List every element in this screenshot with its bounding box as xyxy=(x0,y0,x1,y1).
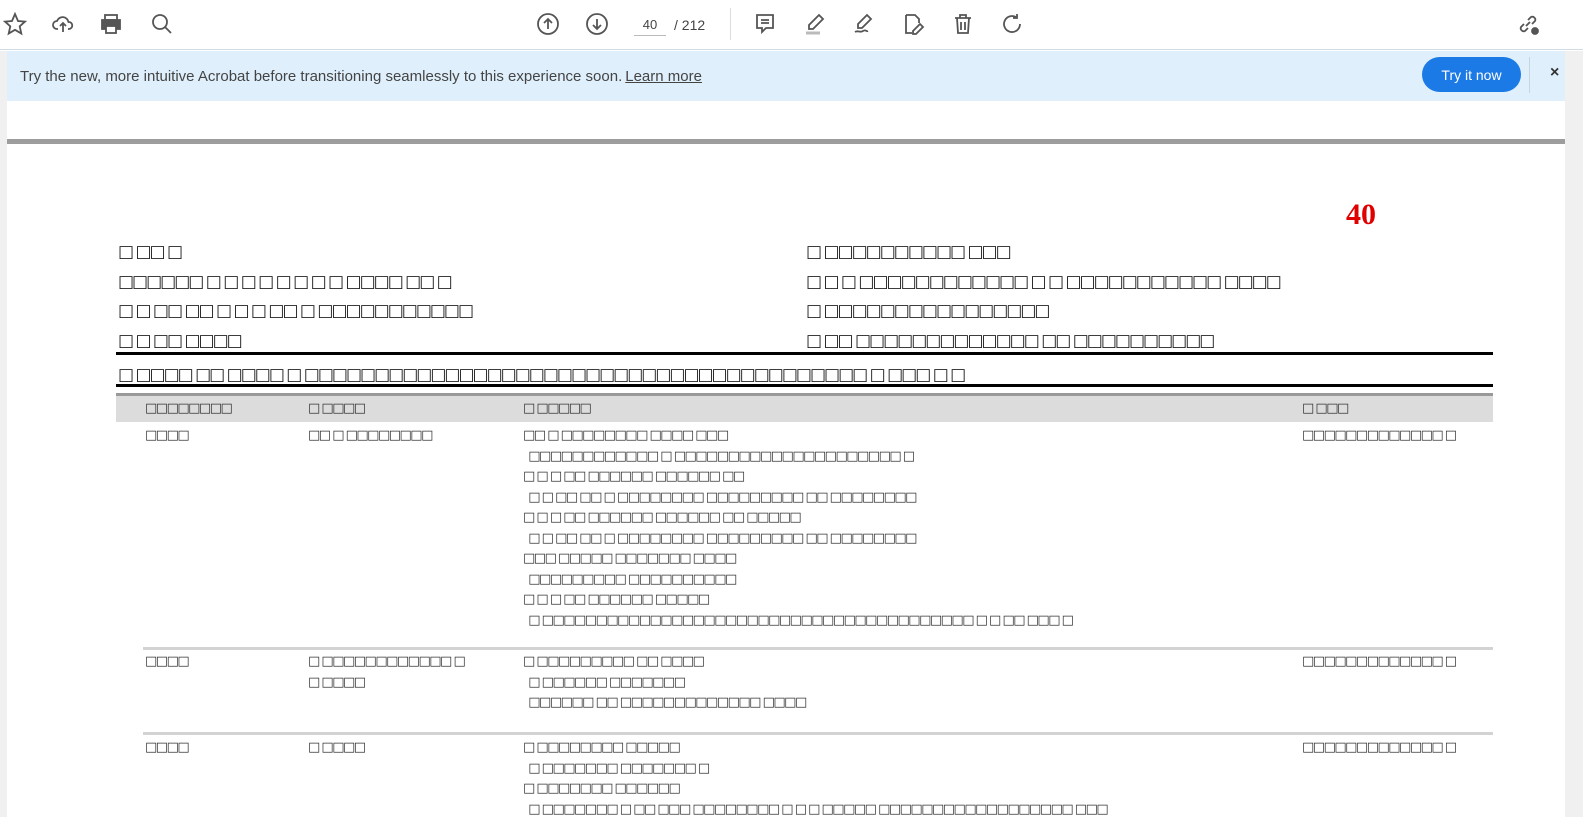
header-rule xyxy=(116,352,1493,355)
header-left-line: □ □□ □ xyxy=(118,242,183,262)
cell-name: □□ □ □□□□□□□□ xyxy=(308,428,433,443)
cell-description-line: □□□□□□□□□□□□ □ □□□□□□□□□□□□□□□□□□□□□ □ xyxy=(523,448,915,464)
share-link-icon[interactable] xyxy=(1513,9,1543,39)
page-top-border xyxy=(7,139,1565,144)
cell-description-line: □ □ □ □□ □□□□□□ □□□□□□ □□ xyxy=(523,469,745,484)
toolbar: / 212 xyxy=(0,0,1583,50)
row-divider xyxy=(143,732,1493,735)
page-total: / 212 xyxy=(674,17,706,33)
highlight-pen-icon[interactable] xyxy=(800,9,830,39)
cell-description-line: □ □□□□□□ □□□□□□□ xyxy=(523,674,686,690)
header-left-line: □ □ □□ □□ □ □ □ □□ □ □□□□□□□□□□□ xyxy=(118,301,474,321)
cell-name: □ □□□□□□□□□□□□ □ xyxy=(308,654,466,669)
cell-note: □□□□□□□□□□□□□ □ xyxy=(1302,428,1457,443)
cell-name: □ □□□□ xyxy=(308,674,366,690)
previous-page-icon[interactable] xyxy=(533,9,563,39)
upload-cloud-icon[interactable] xyxy=(48,9,78,39)
edit-pdf-icon[interactable] xyxy=(898,9,928,39)
print-icon[interactable] xyxy=(96,9,126,39)
header-left-line: □□□□□□ □ □ □ □ □ □ □ □ □□□□ □□ □ xyxy=(118,271,453,292)
next-page-icon[interactable] xyxy=(582,9,612,39)
header-right-line: □ □ □ □□□□□□□□□□□□ □ □ □□□□□□□□□□□ □□□□ xyxy=(806,271,1282,292)
cell-note: □□□□□□□□□□□□□ □ xyxy=(1302,740,1457,755)
cell-description-line: □ □ □□ □□ □ □□□□□□□□ □□□□□□□□□ □□ □□□□□□… xyxy=(523,530,917,546)
cell-id: □□□□ xyxy=(145,654,190,669)
cell-description-line: □□ □ □□□□□□□□ □□□□ □□□ xyxy=(523,428,729,443)
page-navigator: / 212 xyxy=(634,14,705,36)
delete-trash-icon[interactable] xyxy=(948,9,978,39)
page-number-label: 40 xyxy=(1346,198,1376,231)
header-right-line: □ □□□□□□□□□□ □□□ xyxy=(806,242,1012,262)
cell-description-line: □ □□□□□□□□□ □□ □□□□ xyxy=(523,654,705,669)
promo-banner: Try the new, more intuitive Acrobat befo… xyxy=(7,51,1565,101)
banner-message: Try the new, more intuitive Acrobat befo… xyxy=(20,67,623,85)
column-header: □ □□□□ xyxy=(308,401,366,416)
cell-name: □ □□□□ xyxy=(308,740,366,755)
left-gutter xyxy=(0,51,7,817)
page-number-input[interactable] xyxy=(634,14,666,36)
comment-icon[interactable] xyxy=(750,9,780,39)
column-header: □ □□□ xyxy=(1302,401,1349,416)
rotate-icon[interactable] xyxy=(997,9,1027,39)
column-header: □□□□□□□□ xyxy=(145,401,233,416)
cell-description-line: □ □□□□□□□ □□□□□□ xyxy=(523,781,681,796)
row-divider xyxy=(143,647,1493,650)
close-banner-icon[interactable]: × xyxy=(1550,64,1559,82)
cell-id: □□□□ xyxy=(145,740,190,755)
banner-divider xyxy=(1529,57,1530,93)
subtitle-rule xyxy=(116,384,1493,387)
cell-note: □□□□□□□□□□□□□ □ xyxy=(1302,654,1457,669)
cell-id: □□□□ xyxy=(145,428,190,443)
bookmark-star-icon[interactable] xyxy=(0,9,30,39)
cell-description-line: □ □ □ □□ □□□□□□ □□□□□□ □□ □□□□□ xyxy=(523,510,802,525)
try-it-now-button[interactable]: Try it now xyxy=(1422,57,1521,92)
cell-description-line: □ □□□□□□□ □ □□ □□□ □□□□□□□□ □ □ □ □□□□□ … xyxy=(523,801,1108,817)
toolbar-divider xyxy=(730,8,731,40)
zoom-search-icon[interactable] xyxy=(147,9,177,39)
vertical-scrollbar[interactable] xyxy=(1565,51,1583,817)
header-left-line: □ □ □□ □□□□ xyxy=(118,330,243,351)
cell-description-line: □ □□□□□□□□ □□□□□ xyxy=(523,740,681,755)
sign-pen-icon[interactable] xyxy=(849,9,879,39)
subtitle-line: □ □□□□ □□ □□□□ □ □□□□□□□□□□□□□□□□□□□□□□□… xyxy=(118,365,966,385)
header-right-line: □ □□□□□□□□□□□□□□□□ xyxy=(806,301,1050,321)
learn-more-link[interactable]: Learn more xyxy=(625,68,702,85)
cell-description-line: □□□ □□□□□ □□□□□□□ □□□□ xyxy=(523,551,737,566)
cell-description-line: □□□□□□ □□ □□□□□□□□□□□□□ □□□□ xyxy=(523,695,807,710)
cell-description-line: □ □ □ □□ □□□□□□ □□□□□ xyxy=(523,592,710,607)
banner-message-wrap: Try the new, more intuitive Acrobat befo… xyxy=(20,68,702,85)
cell-description-line: □ □□□□□□□□□□□□□□□□□□□□□□□□□□□□□□□□□□□□□□… xyxy=(523,612,1074,628)
header-right-line: □ □□ □□□□□□□□□□□□□ □□ □□□□□□□□□□ xyxy=(806,330,1215,351)
cell-description-line: □ □ □□ □□ □ □□□□□□□□ □□□□□□□□□ □□ □□□□□□… xyxy=(523,489,917,505)
column-header: □ □□□□□ xyxy=(523,401,592,416)
cell-description-line: □□□□□□□□□ □□□□□□□□□□ xyxy=(523,571,737,587)
cell-description-line: □ □□□□□□□ □□□□□□□ □ xyxy=(523,760,710,776)
